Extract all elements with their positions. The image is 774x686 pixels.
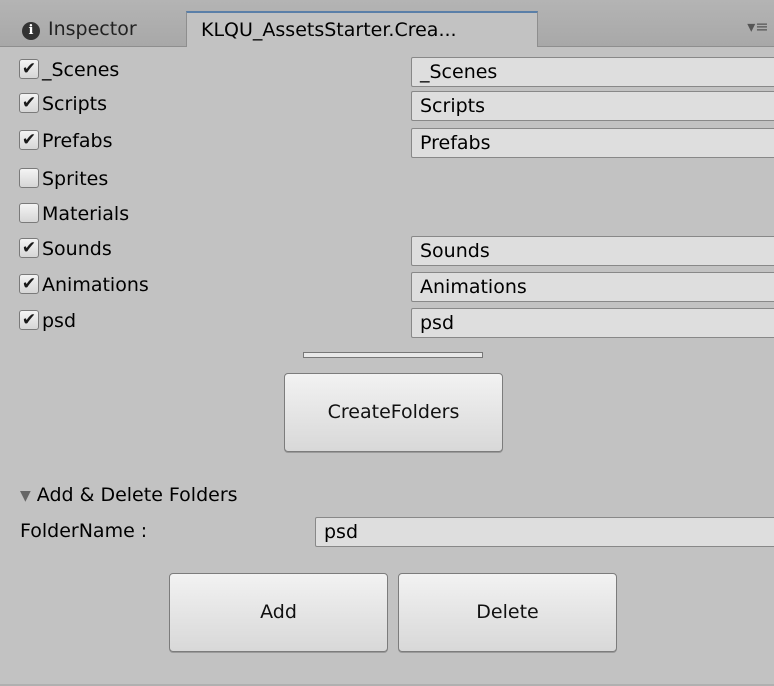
folder-name-field[interactable]: Prefabs — [411, 128, 774, 158]
folder-checkbox[interactable]: ✔ — [19, 93, 39, 113]
add-delete-foldout[interactable]: ▼ Add & Delete Folders — [20, 480, 238, 511]
tab-assets-starter[interactable]: KLQU_AssetsStarter.Crea... — [186, 11, 538, 47]
folder-name-field[interactable]: _Scenes — [411, 57, 774, 87]
folder-label: psd — [42, 310, 77, 332]
folder-label: Scripts — [42, 93, 108, 115]
folder-name-field[interactable]: Scripts — [411, 91, 774, 121]
folder-row-scenes: ✔ _Scenes _Scenes — [0, 55, 774, 89]
folder-name-field[interactable]: Animations — [411, 272, 774, 302]
add-button[interactable]: Add — [169, 573, 388, 652]
folder-row-psd: ✔ psd psd — [0, 306, 774, 340]
folder-checkbox[interactable]: ✔ — [19, 130, 39, 150]
folder-row-scripts: ✔ Scripts Scripts — [0, 89, 774, 123]
folder-row-prefabs: ✔ Prefabs Prefabs — [0, 126, 774, 160]
panel-menu-icon[interactable]: ▾≡ — [746, 18, 770, 36]
info-icon: i — [22, 22, 40, 40]
folder-name-label: FolderName : — [20, 520, 148, 542]
folder-label: Sounds — [42, 238, 112, 260]
folder-name-field[interactable]: psd — [411, 308, 774, 338]
tab-inspector-label: Inspector — [48, 18, 137, 40]
folder-row-animations: ✔ Animations Animations — [0, 270, 774, 304]
folder-label: Animations — [42, 274, 149, 296]
delete-button[interactable]: Delete — [398, 573, 617, 652]
folder-checkbox[interactable]: ✔ — [19, 59, 39, 79]
folder-name-input[interactable]: psd — [315, 517, 774, 547]
folder-row-sprites: Sprites — [0, 164, 774, 198]
folder-checkbox[interactable] — [19, 203, 39, 223]
folder-name-field[interactable]: Sounds — [411, 236, 774, 266]
folder-label: Materials — [42, 203, 130, 225]
folder-label: Prefabs — [42, 130, 113, 152]
tab-assets-starter-label: KLQU_AssetsStarter.Crea... — [201, 19, 457, 41]
foldout-label: Add & Delete Folders — [36, 484, 238, 506]
folder-label: Sprites — [42, 168, 109, 190]
folder-row-sounds: ✔ Sounds Sounds — [0, 234, 774, 268]
folder-checkbox[interactable]: ✔ — [19, 310, 39, 330]
folder-row-materials: Materials — [0, 199, 774, 233]
foldout-triangle-icon: ▼ — [20, 488, 31, 504]
create-folders-button[interactable]: CreateFolders — [284, 373, 503, 452]
folder-checkbox[interactable] — [19, 168, 39, 188]
tab-inspector[interactable]: i Inspector — [8, 12, 184, 46]
separator-bar — [303, 352, 483, 358]
folder-checkbox[interactable]: ✔ — [19, 274, 39, 294]
folder-label: _Scenes — [42, 59, 120, 81]
folder-checkbox[interactable]: ✔ — [19, 238, 39, 258]
tab-bar: i Inspector KLQU_AssetsStarter.Crea... ▾≡ — [0, 0, 774, 47]
